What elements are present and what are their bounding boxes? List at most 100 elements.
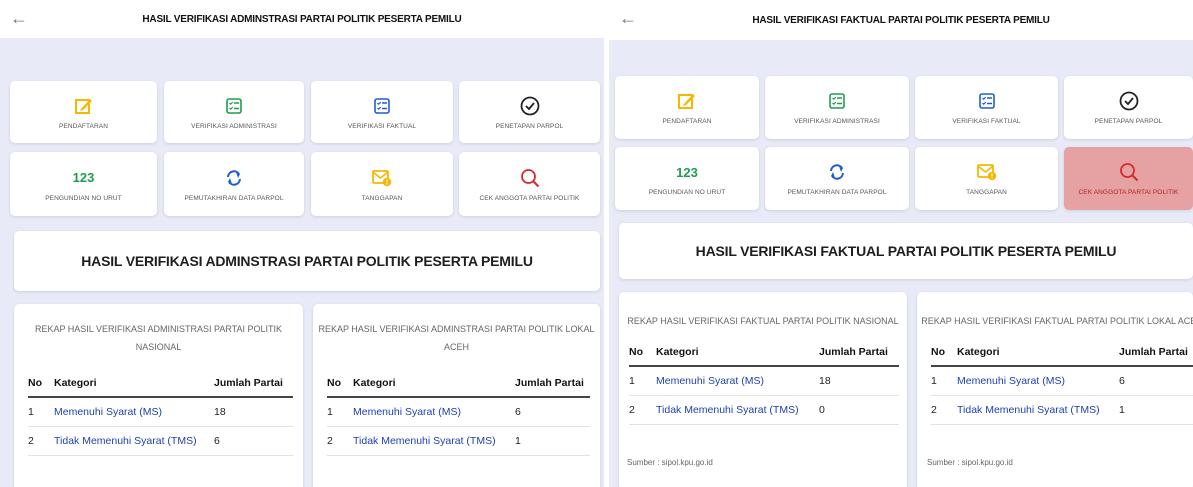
row-jumlah: 1 [515,426,590,456]
kategori-link[interactable]: Memenuhi Syarat (MS) [54,406,162,418]
menu-pemutakhiran-data-parpol[interactable]: PEMUTAKHIRAN DATA PARPOL [765,147,909,210]
faktual-verification-screen: ← HASIL VERIFIKASI FAKTUAL PARTAI POLITI… [609,0,1193,487]
menu-tanggapan[interactable]: TANGGAPAN [311,152,453,216]
menu-pengundian-no-urut[interactable]: 123 PENGUNDIAN NO URUT [10,152,157,216]
menu-penetapan-parpol[interactable]: PENETAPAN PARPOL [1064,76,1193,139]
row-no: 2 [629,395,656,425]
check-circle-icon [1119,90,1139,112]
menu-label: TANGGAPAN [361,194,403,202]
rekap-nasional-card: REKAP HASIL VERIFIKASI ADMINISTRASI PART… [14,304,303,487]
col-kategori: Kategori [54,370,214,398]
kategori-link[interactable]: Memenuhi Syarat (MS) [656,375,764,387]
row-jumlah: 0 [819,395,899,425]
menu-verifikasi-administrasi[interactable]: VERIFIKASI ADMINISTRASI [164,81,304,143]
menu-label: CEK ANGGOTA PARTAI POLITIK [479,194,580,202]
back-arrow-icon[interactable]: ← [10,9,28,27]
menu-tanggapan[interactable]: TANGGAPAN [915,147,1058,210]
col-jumlah: Jumlah Partai [214,370,293,398]
menu-label: PENGUNDIAN NO URUT [45,194,122,202]
menu-verifikasi-administrasi[interactable]: VERIFIKASI ADMINISTRASI [765,76,909,139]
number-icon: 123 [72,170,95,185]
table-row: 2 Tidak Memenuhi Syarat (TMS) 1 [931,395,1193,425]
mail-alert-icon [976,161,997,183]
top-bar: ← HASIL VERIFIKASI ADMINSTRASI PARTAI PO… [0,0,604,38]
rekap-title-line1: REKAP HASIL VERIFIKASI ADMINSTRASI PARTA… [318,324,595,334]
rekap-title-line2: NASIONAL [135,342,182,352]
check-circle-icon [520,95,540,117]
row-jumlah: 18 [819,366,899,396]
source-note: Sumber : sipol.kpu.go.id [627,458,713,467]
row-jumlah: 6 [515,397,590,427]
search-icon [1119,161,1139,183]
table-row: 2 Tidak Memenuhi Syarat (TMS) 6 [28,426,293,456]
table-row: 1 Memenuhi Syarat (MS) 18 [629,366,899,396]
checklist-icon [226,95,242,117]
menu-label: VERIFIKASI ADMINISTRASI [794,118,880,125]
menu-cek-anggota-partai-politik[interactable]: CEK ANGGOTA PARTAI POLITIK [459,152,600,216]
table-row: 1 Memenuhi Syarat (MS) 6 [327,397,590,427]
menu-label: VERIFIKASI FAKTUAL [347,122,417,130]
section-heading: HASIL VERIFIKASI ADMINSTRASI PARTAI POLI… [81,253,533,269]
col-jumlah: Jumlah Partai [819,339,899,367]
menu-cek-anggota-partai-politik[interactable]: CEK ANGGOTA PARTAI POLITIK [1064,147,1193,210]
menu-verifikasi-faktual[interactable]: VERIFIKASI FAKTUAL [915,76,1058,139]
menu-label: PEMUTAKHIRAN DATA PARPOL [787,189,887,196]
kategori-link[interactable]: Memenuhi Syarat (MS) [353,406,461,418]
menu-label: PEMUTAKHIRAN DATA PARPOL [184,194,284,202]
menu-label: CEK ANGGOTA PARTAI POLITIK [1078,189,1179,196]
menu-pendaftaran[interactable]: PENDAFTARAN [10,81,157,143]
kategori-link[interactable]: Tidak Memenuhi Syarat (TMS) [54,435,197,447]
source-note: Sumber : sipol.kpu.go.id [927,458,1013,467]
rekap-table: No Kategori Jumlah Partai 1 Memenuhi Sya… [327,370,590,456]
col-kategori: Kategori [353,370,515,398]
heading-card: HASIL VERIFIKASI ADMINSTRASI PARTAI POLI… [14,231,600,291]
edit-icon [678,90,696,112]
section-heading: HASIL VERIFIKASI FAKTUAL PARTAI POLITIK … [695,243,1117,259]
refresh-icon [828,161,846,183]
rekap-title-line1: REKAP HASIL VERIFIKASI FAKTUAL PARTAI PO… [921,316,1193,326]
kategori-link[interactable]: Tidak Memenuhi Syarat (TMS) [656,404,799,416]
col-jumlah: Jumlah Partai [1119,339,1193,367]
row-jumlah: 1 [1119,395,1193,425]
kategori-link[interactable]: Tidak Memenuhi Syarat (TMS) [957,404,1100,416]
number-icon: 123 [676,164,698,180]
mail-alert-icon [372,167,392,189]
menu-label: VERIFIKASI FAKTUAL [952,118,1021,125]
row-no: 1 [931,366,957,396]
row-no: 1 [327,397,353,427]
col-no: No [629,339,656,367]
menu-label: PENETAPAN PARPOL [495,122,564,130]
kategori-link[interactable]: Memenuhi Syarat (MS) [957,375,1065,387]
checklist-icon [829,90,845,112]
row-no: 2 [931,395,957,425]
rekap-title-line2: ACEH [443,342,469,352]
search-icon [520,167,540,189]
rekap-lokal-aceh-card: REKAP HASIL VERIFIKASI FAKTUAL PARTAI PO… [917,292,1193,487]
col-kategori: Kategori [656,339,819,367]
menu-label: VERIFIKASI ADMINISTRASI [191,122,277,130]
row-jumlah: 6 [214,426,293,456]
menu-label: PENDAFTARAN [662,118,712,125]
col-no: No [931,339,957,367]
rekap-lokal-aceh-card: REKAP HASIL VERIFIKASI ADMINSTRASI PARTA… [313,304,600,487]
col-no: No [28,370,54,398]
back-arrow-icon[interactable]: ← [619,9,637,27]
rekap-table: No Kategori Jumlah Partai 1 Memenuhi Sya… [629,339,899,425]
menu-pemutakhiran-data-parpol[interactable]: PEMUTAKHIRAN DATA PARPOL [164,152,304,216]
menu-penetapan-parpol[interactable]: PENETAPAN PARPOL [459,81,600,143]
edit-icon [74,95,93,117]
row-jumlah: 18 [214,397,293,427]
rekap-nasional-card: REKAP HASIL VERIFIKASI FAKTUAL PARTAI PO… [619,292,907,487]
checklist-icon [978,90,995,112]
col-kategori: Kategori [957,339,1119,367]
menu-verifikasi-faktual[interactable]: VERIFIKASI FAKTUAL [311,81,453,143]
checklist-icon [374,95,390,117]
menu-pengundian-no-urut[interactable]: 123 PENGUNDIAN NO URUT [615,147,759,210]
table-row: 1 Memenuhi Syarat (MS) 18 [28,397,293,427]
menu-pendaftaran[interactable]: PENDAFTARAN [615,76,759,139]
menu-label: PENGUNDIAN NO URUT [648,189,726,196]
kategori-link[interactable]: Tidak Memenuhi Syarat (TMS) [353,435,496,447]
page-title: HASIL VERIFIKASI ADMINSTRASI PARTAI POLI… [142,13,462,25]
rekap-table: No Kategori Jumlah Partai 1 Memenuhi Sya… [28,370,293,456]
admin-verification-screen: ← HASIL VERIFIKASI ADMINSTRASI PARTAI PO… [0,0,604,487]
